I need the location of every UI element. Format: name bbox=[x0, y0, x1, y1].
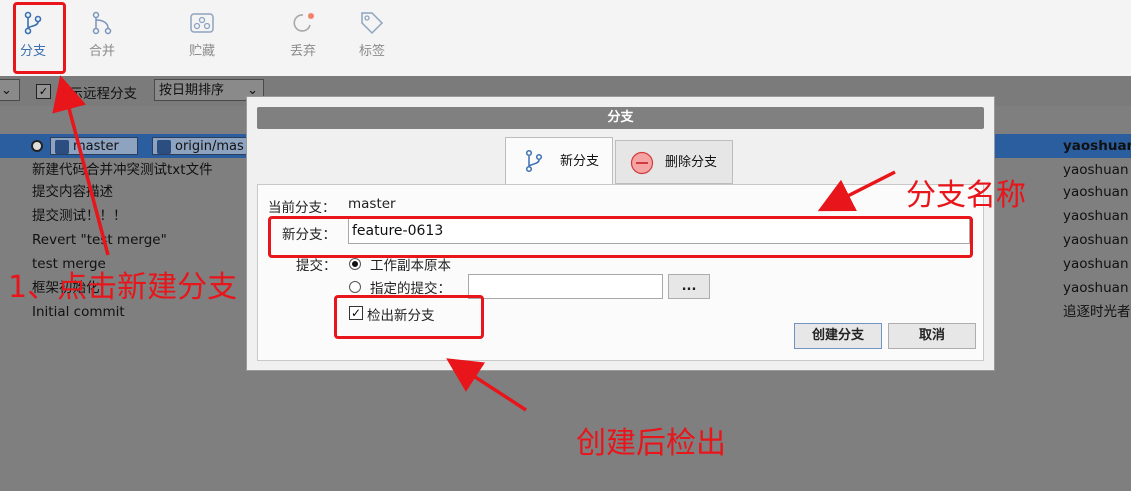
annotation-branch-name: 分支名称 bbox=[906, 178, 1026, 213]
annotation-arrows bbox=[52, 75, 896, 412]
arrow-to-branch-tool bbox=[52, 75, 110, 256]
arrow-to-checkout bbox=[446, 358, 527, 412]
arrow-to-branch-name bbox=[817, 170, 896, 212]
annotation-step1: 1、点击新建分支 bbox=[8, 270, 238, 305]
annotation-checkout-after: 创建后检出 bbox=[576, 426, 726, 461]
